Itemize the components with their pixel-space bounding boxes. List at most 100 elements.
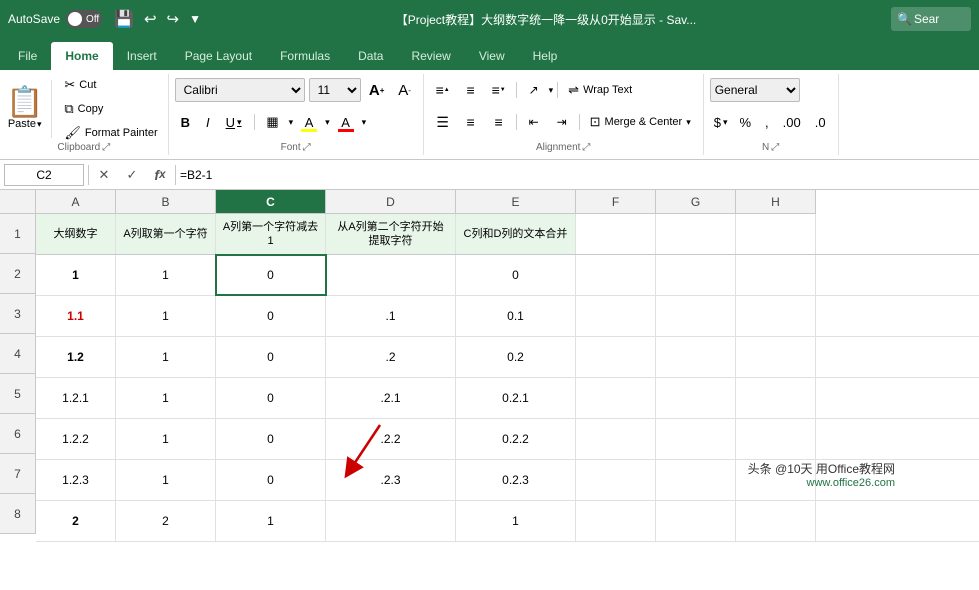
- cell-f2[interactable]: [576, 255, 656, 295]
- wrap-text-button[interactable]: ⇌ Wrap Text: [562, 79, 638, 101]
- save-icon[interactable]: 💾: [114, 9, 134, 29]
- align-bottom-button[interactable]: ≡▼: [486, 78, 512, 102]
- col-header-f[interactable]: F: [576, 190, 656, 214]
- cell-g3[interactable]: [656, 296, 736, 336]
- col-header-a[interactable]: A: [36, 190, 116, 214]
- cell-a1[interactable]: 大纲数字: [36, 214, 116, 254]
- shrink-font-button[interactable]: A-: [393, 78, 417, 102]
- cell-e2[interactable]: 0: [456, 255, 576, 295]
- align-center-button[interactable]: ≡: [458, 110, 484, 134]
- align-middle-button[interactable]: ≡: [458, 78, 484, 102]
- col-header-b[interactable]: B: [116, 190, 216, 214]
- cell-a2[interactable]: 1: [36, 255, 116, 295]
- cell-reference-input[interactable]: [4, 164, 84, 186]
- cell-h3[interactable]: [736, 296, 816, 336]
- cell-b3[interactable]: 1: [116, 296, 216, 336]
- italic-button[interactable]: I: [200, 110, 216, 134]
- comma-button[interactable]: ,: [759, 110, 775, 134]
- autosave-toggle[interactable]: Off: [66, 10, 102, 28]
- cell-d5[interactable]: .2.1: [326, 378, 456, 418]
- font-size-select[interactable]: 11: [309, 78, 361, 102]
- cell-f6[interactable]: [576, 419, 656, 459]
- cell-a6[interactable]: 1.2.2: [36, 419, 116, 459]
- cell-f3[interactable]: [576, 296, 656, 336]
- cell-d6[interactable]: .2.2: [326, 419, 456, 459]
- cell-c3[interactable]: 0: [216, 296, 326, 336]
- cell-d8[interactable]: [326, 501, 456, 541]
- tab-review[interactable]: Review: [397, 42, 464, 70]
- cell-g1[interactable]: [656, 214, 736, 254]
- cell-b7[interactable]: 1: [116, 460, 216, 500]
- underline-dropdown-icon[interactable]: ▾: [237, 117, 242, 128]
- row-header-1[interactable]: 1: [0, 214, 36, 254]
- cell-h8[interactable]: [736, 501, 816, 541]
- font-color-button[interactable]: A: [334, 110, 358, 134]
- cell-g7[interactable]: [656, 460, 736, 500]
- cell-f7[interactable]: [576, 460, 656, 500]
- percent-button[interactable]: %: [733, 110, 757, 134]
- cell-f8[interactable]: [576, 501, 656, 541]
- cell-c7[interactable]: 0: [216, 460, 326, 500]
- confirm-formula-button[interactable]: ✓: [121, 164, 143, 186]
- row-header-2[interactable]: 2: [0, 254, 36, 294]
- insert-function-button[interactable]: fx: [149, 164, 171, 186]
- merge-center-button[interactable]: ⊡ Merge & Center ▾: [584, 111, 697, 133]
- cell-b2[interactable]: 1: [116, 255, 216, 295]
- cell-e4[interactable]: 0.2: [456, 337, 576, 377]
- customize-icon[interactable]: ▼: [189, 12, 201, 26]
- orientation-button[interactable]: ↗: [521, 78, 547, 102]
- cell-d4[interactable]: .2: [326, 337, 456, 377]
- cell-b4[interactable]: 1: [116, 337, 216, 377]
- cell-g8[interactable]: [656, 501, 736, 541]
- tab-help[interactable]: Help: [519, 42, 572, 70]
- row-header-5[interactable]: 5: [0, 374, 36, 414]
- paste-button[interactable]: 📋 Paste ▾: [6, 80, 52, 138]
- cell-e3[interactable]: 0.1: [456, 296, 576, 336]
- tab-file[interactable]: File: [4, 42, 51, 70]
- cell-e5[interactable]: 0.2.1: [456, 378, 576, 418]
- cell-b8[interactable]: 2: [116, 501, 216, 541]
- decrease-indent-button[interactable]: ⇤: [521, 110, 547, 134]
- cell-a8[interactable]: 2: [36, 501, 116, 541]
- cell-g4[interactable]: [656, 337, 736, 377]
- border-dropdown-icon[interactable]: ▾: [289, 117, 294, 128]
- align-top-button[interactable]: ≡▲: [430, 78, 456, 102]
- redo-icon[interactable]: ↪: [167, 10, 180, 28]
- cell-c6[interactable]: 0: [216, 419, 326, 459]
- merge-dropdown-icon[interactable]: ▾: [686, 117, 691, 128]
- font-expand-icon[interactable]: ⤢: [303, 142, 311, 153]
- cell-h4[interactable]: [736, 337, 816, 377]
- fill-dropdown-icon[interactable]: ▾: [325, 117, 330, 128]
- cell-h6[interactable]: [736, 419, 816, 459]
- col-header-h[interactable]: H: [736, 190, 816, 214]
- cell-e7[interactable]: 0.2.3: [456, 460, 576, 500]
- dollar-button[interactable]: $ ▾: [710, 110, 732, 134]
- cell-h1[interactable]: [736, 214, 816, 254]
- align-right-button[interactable]: ≡: [486, 110, 512, 134]
- cell-e6[interactable]: 0.2.2: [456, 419, 576, 459]
- orientation-dropdown-icon[interactable]: ▾: [549, 85, 554, 96]
- cancel-formula-button[interactable]: ✕: [93, 164, 115, 186]
- formula-input[interactable]: [180, 168, 975, 182]
- row-header-8[interactable]: 8: [0, 494, 36, 534]
- cell-h5[interactable]: [736, 378, 816, 418]
- increase-indent-button[interactable]: ⇥: [549, 110, 575, 134]
- font-name-select[interactable]: Calibri: [175, 78, 305, 102]
- tab-home[interactable]: Home: [51, 42, 112, 70]
- tab-formulas[interactable]: Formulas: [266, 42, 344, 70]
- number-format-select[interactable]: General: [710, 78, 800, 102]
- col-header-c[interactable]: C: [216, 190, 326, 214]
- increase-decimal-button[interactable]: .00: [777, 110, 807, 134]
- cell-g6[interactable]: [656, 419, 736, 459]
- align-left-button[interactable]: ☰: [430, 110, 456, 134]
- undo-icon[interactable]: ↩: [144, 10, 157, 28]
- cell-d1[interactable]: 从A列第二个字符开始提取字符: [326, 214, 456, 254]
- cell-d3[interactable]: .1: [326, 296, 456, 336]
- underline-button[interactable]: U ▾: [220, 110, 248, 134]
- alignment-expand-icon[interactable]: ⤢: [582, 142, 590, 153]
- cell-c1[interactable]: A列第一个字符减去1: [216, 214, 326, 254]
- cell-d7[interactable]: .2.3: [326, 460, 456, 500]
- copy-button[interactable]: ⧉ Copy: [60, 99, 161, 119]
- border-button[interactable]: ▦: [261, 110, 285, 134]
- dollar-dropdown-icon[interactable]: ▾: [723, 117, 728, 128]
